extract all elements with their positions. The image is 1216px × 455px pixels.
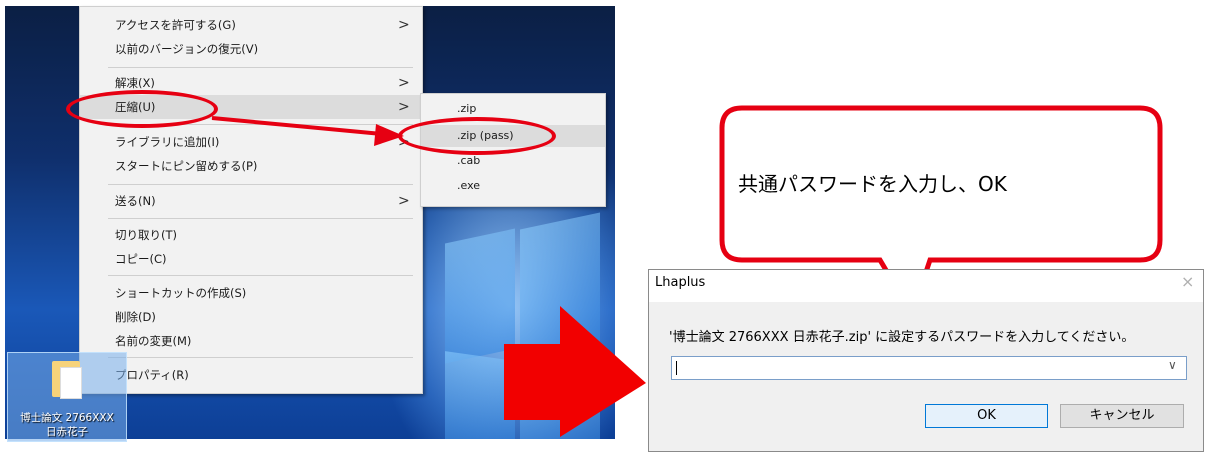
dialog-title: Lhaplus: [655, 275, 706, 290]
wallpaper-pane: [445, 228, 515, 364]
menu-item-label: スタートにピン留めする(P): [115, 159, 258, 173]
menu-separator: [108, 67, 413, 68]
menu-item-label: 以前のバージョンの復元(V): [115, 42, 259, 56]
menu-item-send-to[interactable]: 送る(N) >: [80, 189, 422, 213]
desktop-file-icon[interactable]: 博士論文 2766XXX 日赤花子: [7, 352, 127, 442]
chevron-down-icon[interactable]: ∨: [1168, 358, 1177, 372]
menu-item-create-shortcut[interactable]: ショートカットの作成(S): [80, 281, 422, 305]
ok-button[interactable]: OK: [925, 404, 1048, 428]
menu-separator: [108, 357, 413, 358]
desktop-file-label-line2: 日赤花子: [46, 426, 88, 438]
menu-separator: [108, 218, 413, 219]
context-menu: アクセスを許可する(G) > 以前のバージョンの復元(V) 解凍(X) > 圧縮…: [79, 6, 423, 394]
text-caret: [676, 361, 677, 375]
dialog-prompt: '博士論文 2766XXX 日赤花子.zip' に設定するパスワードを入力してく…: [669, 330, 1135, 345]
highlight-ellipse-compress: [66, 90, 218, 128]
cancel-button[interactable]: キャンセル: [1060, 404, 1184, 428]
password-input[interactable]: ∨: [671, 356, 1187, 380]
wallpaper-pane: [445, 351, 515, 439]
wallpaper-pane: [520, 212, 600, 370]
desktop-file-label-line1: 博士論文 2766XXX: [20, 412, 114, 424]
menu-item-label: コピー(C): [115, 252, 167, 266]
menu-item-delete[interactable]: 削除(D): [80, 305, 422, 329]
menu-item-grant-access[interactable]: アクセスを許可する(G) >: [80, 13, 422, 37]
lhaplus-dialog: Lhaplus × '博士論文 2766XXX 日赤花子.zip' に設定するパ…: [648, 269, 1204, 452]
callout-text: 共通パスワードを入力し、OK: [738, 172, 1007, 196]
menu-item-label: 削除(D): [115, 310, 156, 324]
submenu-item-label: .exe: [457, 179, 481, 192]
menu-item-pin-to-start[interactable]: スタートにピン留めする(P): [80, 154, 422, 178]
chevron-right-icon: >: [398, 99, 410, 115]
menu-item-copy[interactable]: コピー(C): [80, 247, 422, 271]
submenu-item-zip[interactable]: .zip: [421, 98, 605, 120]
chevron-right-icon: >: [398, 17, 410, 33]
menu-item-label: 切り取り(T): [115, 228, 177, 242]
pdf-document-icon: [60, 367, 82, 399]
chevron-right-icon: >: [398, 193, 410, 209]
submenu-item-exe[interactable]: .exe: [421, 175, 605, 197]
menu-item-cut[interactable]: 切り取り(T): [80, 223, 422, 247]
menu-item-restore-previous[interactable]: 以前のバージョンの復元(V): [80, 37, 422, 61]
menu-item-properties[interactable]: プロパティ(R): [80, 363, 422, 387]
menu-item-label: ショートカットの作成(S): [115, 286, 247, 300]
menu-item-label: ライブラリに追加(I): [115, 135, 220, 149]
menu-item-label: アクセスを許可する(G): [115, 18, 236, 32]
close-icon[interactable]: ×: [1181, 272, 1194, 291]
desktop-file-label: 博士論文 2766XXX 日赤花子: [8, 411, 126, 439]
chevron-right-icon: >: [398, 75, 410, 91]
wallpaper-pane: [520, 360, 600, 439]
highlight-ellipse-zip-pass: [398, 117, 556, 155]
menu-item-rename[interactable]: 名前の変更(M): [80, 329, 422, 353]
dialog-body: '博士論文 2766XXX 日赤花子.zip' に設定するパスワードを入力してく…: [649, 302, 1203, 451]
menu-item-label: 名前の変更(M): [115, 334, 192, 348]
menu-separator: [108, 184, 413, 185]
menu-separator: [108, 275, 413, 276]
menu-item-label: 送る(N): [115, 194, 156, 208]
menu-item-add-to-library[interactable]: ライブラリに追加(I) >: [80, 130, 422, 154]
